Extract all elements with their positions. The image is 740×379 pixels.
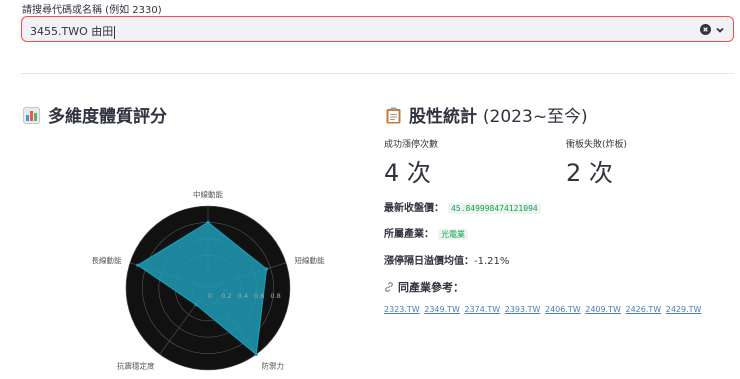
radial-tick-label: 0.8 (270, 292, 280, 300)
failed-limit-up-label: 衝板失敗(炸板) (566, 140, 628, 150)
peer-link[interactable]: 2409.TW (585, 305, 621, 314)
divider (21, 73, 734, 74)
close-price-row: 最新收盤價： 45.849998474121094 (384, 199, 541, 214)
radar-chart: 0 0.2 0.4 0.6 0.8 中線動能短線動能防禦力 抗震穩定度 長線動能 (91, 189, 325, 371)
peer-link[interactable]: 2349.TW (424, 305, 460, 314)
radar-point (264, 267, 269, 271)
radar-point (254, 352, 258, 356)
peer-link[interactable]: 2406.TW (545, 305, 581, 314)
stats-section-title: 股性統計 (2023~至今) (386, 102, 588, 127)
search-label: 請搜尋代碼或名稱 (例如 2330) (22, 5, 162, 16)
radar-point (136, 263, 140, 267)
peer-link[interactable]: 2426.TW (626, 305, 662, 314)
radar-axis-label: 短線動能 (295, 255, 325, 265)
stats-period: (2023~至今) (482, 107, 588, 127)
link-icon (385, 282, 393, 292)
radial-tick-label: 0.4 (238, 292, 248, 300)
peer-link[interactable]: 2393.TW (505, 305, 541, 314)
peer-link[interactable]: 2374.TW (465, 305, 501, 314)
peers-heading: 同產業參考： (384, 279, 464, 295)
radar-section-title: 多維度體質評分 (23, 102, 167, 127)
stock-search-select[interactable]: 3455.TWO 由田 (21, 16, 734, 42)
radar-point (206, 220, 210, 224)
radar-axis-label: 防禦力 (261, 361, 284, 371)
industry-row: 所屬產業： 光電業 (384, 225, 468, 240)
industry-value: 光電業 (438, 229, 468, 240)
radial-tick-label: 0 (208, 292, 212, 300)
radial-tick-label: 0.6 (254, 292, 264, 300)
peer-links: 2323.TW 2349.TW 2374.TW 2393.TW 2406.TW … (384, 305, 703, 314)
radar-axis-label: 中線動能 (193, 189, 223, 199)
radar-axis-label: 長線動能 (91, 255, 121, 265)
clear-icon[interactable] (700, 24, 711, 35)
radial-tick-label: 0.2 (221, 292, 231, 300)
limit-up-count-label: 成功漲停次數 (384, 140, 439, 150)
failed-limit-up-value: 2 次 (566, 159, 613, 187)
search-value: 3455.TWO 由田 (30, 25, 116, 39)
premium-value: -1.21% (474, 256, 510, 267)
premium-row: 漲停隔日溢價均值：-1.21% (384, 256, 510, 267)
limit-up-count-value: 4 次 (384, 159, 431, 187)
peer-link[interactable]: 2323.TW (384, 305, 420, 314)
close-price-value: 45.849998474121094 (448, 203, 541, 214)
clipboard-icon (386, 107, 401, 124)
chevron-down-icon[interactable] (715, 25, 725, 35)
peer-link[interactable]: 2429.TW (666, 305, 702, 314)
bar-chart-icon (23, 107, 40, 124)
radar-point (194, 302, 198, 307)
radar-axis-label: 抗震穩定度 (117, 361, 155, 371)
